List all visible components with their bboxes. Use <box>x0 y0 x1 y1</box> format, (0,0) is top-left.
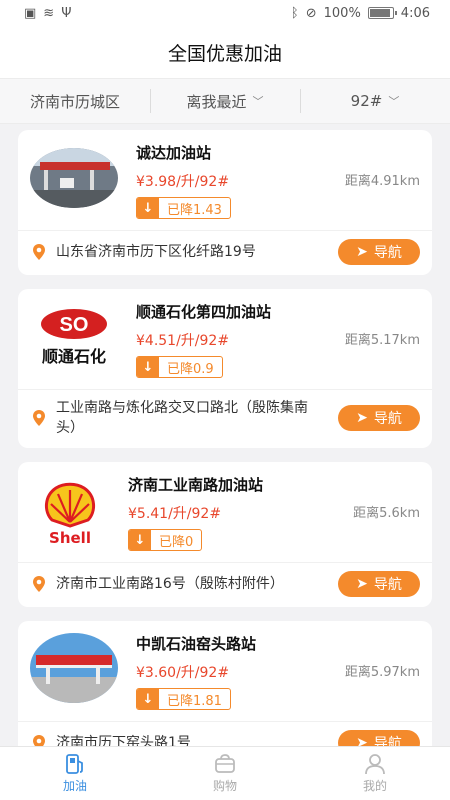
station-card[interactable]: 诚达加油站 ¥3.98/升/92# ↓ 已降1.43 距离4.91km 山东省济… <box>18 130 432 275</box>
station-name: 济南工业南路加油站 <box>128 476 264 494</box>
tab-refuel-label: 加油 <box>62 779 87 793</box>
arrow-down-icon: ↓ <box>129 530 151 550</box>
fuel-pump-icon <box>66 754 83 774</box>
location-pin-icon <box>33 244 45 260</box>
sort-filter[interactable]: 离我最近 ﹀ <box>150 79 300 123</box>
navigation-arrow-icon: ➤ <box>356 576 368 592</box>
navigate-button[interactable]: ➤ 导航 <box>338 571 420 597</box>
station-distance: 距离5.6km <box>353 506 420 521</box>
price-drop-text: 已降1.43 <box>167 202 222 218</box>
navigation-arrow-icon: ➤ <box>356 244 368 260</box>
navigate-label: 导航 <box>373 411 402 427</box>
status-right: ᛒ ⊘ 100% 4:06 <box>291 6 430 21</box>
tab-shopping-label: 购物 <box>212 779 237 793</box>
station-photo <box>30 148 118 208</box>
chevron-down-icon: ﹀ <box>252 95 264 108</box>
user-icon <box>365 754 385 775</box>
location-pin-icon <box>33 410 45 426</box>
tab-profile-label: 我的 <box>362 779 387 793</box>
station-info: 济南工业南路加油站 ¥5.41/升/92# ↓ 已降0 距离5.6km <box>128 474 420 554</box>
arrow-down-icon: ↓ <box>137 357 159 377</box>
shuntong-logo-text: 顺通石化 <box>41 347 106 366</box>
station-card-top: SO 顺通石化 顺通石化第四加油站 ¥4.51/升/92# ↓ 已降0.9 距离… <box>18 289 432 389</box>
shuntong-logo: SO 顺通石化 <box>30 307 118 367</box>
sort-filter-label: 离我最近 <box>186 92 247 111</box>
station-list: 诚达加油站 ¥3.98/升/92# ↓ 已降1.43 距离4.91km 山东省济… <box>0 124 450 766</box>
status-left: ▣ ≋ Ψ <box>24 6 71 21</box>
bluetooth-icon: ᛒ <box>290 5 299 21</box>
bottom-tab-bar: 加油 购物 我的 <box>0 746 450 800</box>
price-drop-text: 已降1.81 <box>167 693 222 709</box>
station-name: 顺通石化第四加油站 <box>136 303 272 321</box>
station-info: 顺通石化第四加油站 ¥4.51/升/92# ↓ 已降0.9 距离5.17km <box>136 301 420 381</box>
station-distance: 距离5.97km <box>344 665 420 680</box>
station-card[interactable]: Shell 济南工业南路加油站 ¥5.41/升/92# ↓ 已降0 距离5.6k… <box>18 462 432 607</box>
notification-icon: ▣ <box>24 5 37 21</box>
arrow-down-icon: ↓ <box>137 689 159 709</box>
station-card[interactable]: 中凯石油窑头路站 ¥3.60/升/92# ↓ 已降1.81 距离5.97km 济… <box>18 621 432 766</box>
price-drop-badge: ↓ 已降0 <box>128 529 203 551</box>
price-drop-badge: ↓ 已降1.43 <box>136 197 231 219</box>
station-card-top: Shell 济南工业南路加油站 ¥5.41/升/92# ↓ 已降0 距离5.6k… <box>18 462 432 562</box>
chevron-down-icon: ﹀ <box>388 95 400 108</box>
page-title: 全国优惠加油 <box>167 42 282 65</box>
page-title-bar: 全国优惠加油 <box>0 26 450 78</box>
wifi-icon: ≋ <box>43 5 55 21</box>
station-address-row: 济南市工业南路16号（殷陈村附件） ➤ 导航 <box>18 562 432 607</box>
battery-fill <box>369 9 390 17</box>
navigate-label: 导航 <box>373 245 402 261</box>
navigate-button[interactable]: ➤ 导航 <box>338 405 420 431</box>
station-address: 山东省济南市历下区化纤路19号 <box>56 244 256 260</box>
station-name: 诚达加油站 <box>136 144 212 162</box>
station-address: 工业南路与炼化路交叉口路北（殷陈集南头） <box>56 400 308 436</box>
battery-percent: 100% <box>323 5 361 21</box>
navigate-button[interactable]: ➤ 导航 <box>338 239 420 265</box>
station-card[interactable]: SO 顺通石化 顺通石化第四加油站 ¥4.51/升/92# ↓ 已降0.9 距离… <box>18 289 432 448</box>
station-card-top: 诚达加油站 ¥3.98/升/92# ↓ 已降1.43 距离4.91km <box>18 130 432 230</box>
tab-refuel[interactable]: 加油 <box>0 747 150 800</box>
location-pin-icon <box>33 576 45 592</box>
shell-logo-text: Shell <box>49 528 91 547</box>
station-distance: 距离4.91km <box>344 174 420 189</box>
battery-icon <box>367 7 397 19</box>
price-drop-text: 已降0 <box>159 534 194 550</box>
filter-bar: 济南市历城区 离我最近 ﹀ 92# ﹀ <box>0 78 450 124</box>
navigate-label: 导航 <box>373 577 402 593</box>
district-filter-label: 济南市历城区 <box>29 92 120 111</box>
price-drop-badge: ↓ 已降0.9 <box>136 356 223 378</box>
station-info: 诚达加油站 ¥3.98/升/92# ↓ 已降1.43 距离4.91km <box>136 142 420 222</box>
station-photo <box>30 633 118 703</box>
station-address: 济南市工业南路16号（殷陈村附件） <box>56 576 284 592</box>
fuel-filter[interactable]: 92# ﹀ <box>300 79 450 123</box>
status-bar: ▣ ≋ Ψ ᛒ ⊘ 100% 4:06 <box>0 0 450 26</box>
clock: 4:06 <box>400 5 430 21</box>
tab-shopping[interactable]: 购物 <box>150 747 300 800</box>
shopping-icon <box>215 754 235 773</box>
usb-icon: Ψ <box>61 5 72 21</box>
district-filter[interactable]: 济南市历城区 <box>0 79 150 123</box>
fuel-filter-label: 92# <box>350 92 383 110</box>
shell-logo: Shell <box>30 474 110 554</box>
station-name: 中凯石油窑头路站 <box>136 635 257 653</box>
arrow-down-icon: ↓ <box>137 198 159 218</box>
price-drop-badge: ↓ 已降1.81 <box>136 688 231 710</box>
station-info: 中凯石油窑头路站 ¥3.60/升/92# ↓ 已降1.81 距离5.97km <box>136 633 420 713</box>
price-drop-text: 已降0.9 <box>167 361 214 377</box>
station-address-row: 山东省济南市历下区化纤路19号 ➤ 导航 <box>18 230 432 275</box>
station-card-top: 中凯石油窑头路站 ¥3.60/升/92# ↓ 已降1.81 距离5.97km <box>18 621 432 721</box>
navigation-arrow-icon: ➤ <box>356 410 368 426</box>
station-distance: 距离5.17km <box>344 333 420 348</box>
tab-profile[interactable]: 我的 <box>300 747 450 800</box>
mute-icon: ⊘ <box>305 5 317 21</box>
station-address-row: 工业南路与炼化路交叉口路北（殷陈集南头） ➤ 导航 <box>18 389 432 448</box>
svg-text:SO: SO <box>60 314 89 336</box>
